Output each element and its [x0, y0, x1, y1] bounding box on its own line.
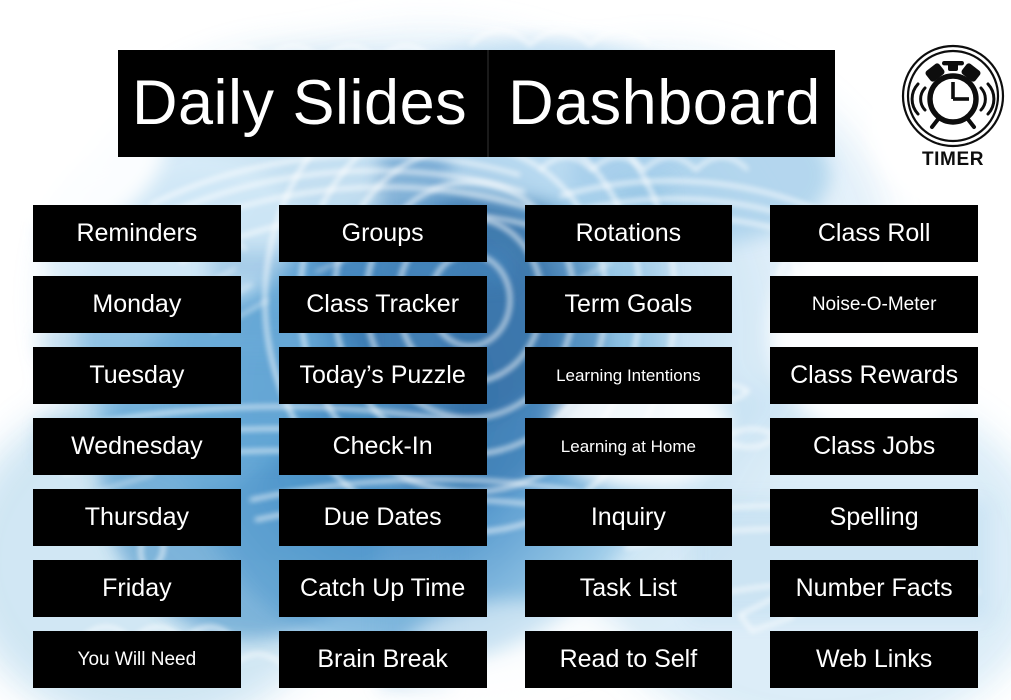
timer-button[interactable]: TIMER	[901, 44, 1005, 176]
tile-tuesday[interactable]: Tuesday	[33, 347, 241, 404]
tile-web-links[interactable]: Web Links	[770, 631, 978, 688]
column-3: Rotations Term Goals Learning Intentions…	[524, 205, 733, 688]
tile-todays-puzzle[interactable]: Today’s Puzzle	[278, 347, 487, 404]
tile-number-facts[interactable]: Number Facts	[770, 560, 978, 617]
dashboard-button-grid: Reminders Monday Tuesday Wednesday Thurs…	[33, 205, 978, 688]
tile-monday[interactable]: Monday	[33, 276, 241, 333]
tile-wednesday[interactable]: Wednesday	[33, 418, 241, 475]
title-divider	[483, 50, 495, 157]
tile-reminders[interactable]: Reminders	[33, 205, 241, 262]
tile-groups[interactable]: Groups	[278, 205, 487, 262]
title-box-secondary: Dashboard	[494, 50, 835, 157]
slide-canvas: Daily Slides Dashboard TIMER Reminders M…	[0, 0, 1011, 700]
tile-brain-break[interactable]: Brain Break	[278, 631, 487, 688]
tile-learning-intentions[interactable]: Learning Intentions	[524, 347, 733, 404]
timer-label: TIMER	[921, 149, 985, 170]
tile-due-dates[interactable]: Due Dates	[278, 489, 487, 546]
dashboard-title: Daily Slides Dashboard	[118, 50, 835, 157]
tile-spelling[interactable]: Spelling	[770, 489, 978, 546]
column-1: Reminders Monday Tuesday Wednesday Thurs…	[33, 205, 241, 688]
tile-task-list[interactable]: Task List	[524, 560, 733, 617]
tile-inquiry[interactable]: Inquiry	[524, 489, 733, 546]
tile-class-tracker[interactable]: Class Tracker	[278, 276, 487, 333]
column-2: Groups Class Tracker Today’s Puzzle Chec…	[278, 205, 487, 688]
alarm-clock-icon	[901, 44, 1005, 148]
tile-you-will-need[interactable]: You Will Need	[33, 631, 241, 688]
tile-read-to-self[interactable]: Read to Self	[524, 631, 733, 688]
tile-noise-o-meter[interactable]: Noise-O-Meter	[770, 276, 978, 333]
tile-term-goals[interactable]: Term Goals	[524, 276, 733, 333]
tile-class-rewards[interactable]: Class Rewards	[770, 347, 978, 404]
tile-thursday[interactable]: Thursday	[33, 489, 241, 546]
tile-catch-up-time[interactable]: Catch Up Time	[278, 560, 487, 617]
tile-check-in[interactable]: Check-In	[278, 418, 487, 475]
tile-class-jobs[interactable]: Class Jobs	[770, 418, 978, 475]
title-box-primary: Daily Slides	[118, 50, 484, 157]
tile-friday[interactable]: Friday	[33, 560, 241, 617]
tile-learning-at-home[interactable]: Learning at Home	[524, 418, 733, 475]
column-4: Class Roll Noise-O-Meter Class Rewards C…	[770, 205, 978, 688]
tile-class-roll[interactable]: Class Roll	[770, 205, 978, 262]
tile-rotations[interactable]: Rotations	[524, 205, 733, 262]
